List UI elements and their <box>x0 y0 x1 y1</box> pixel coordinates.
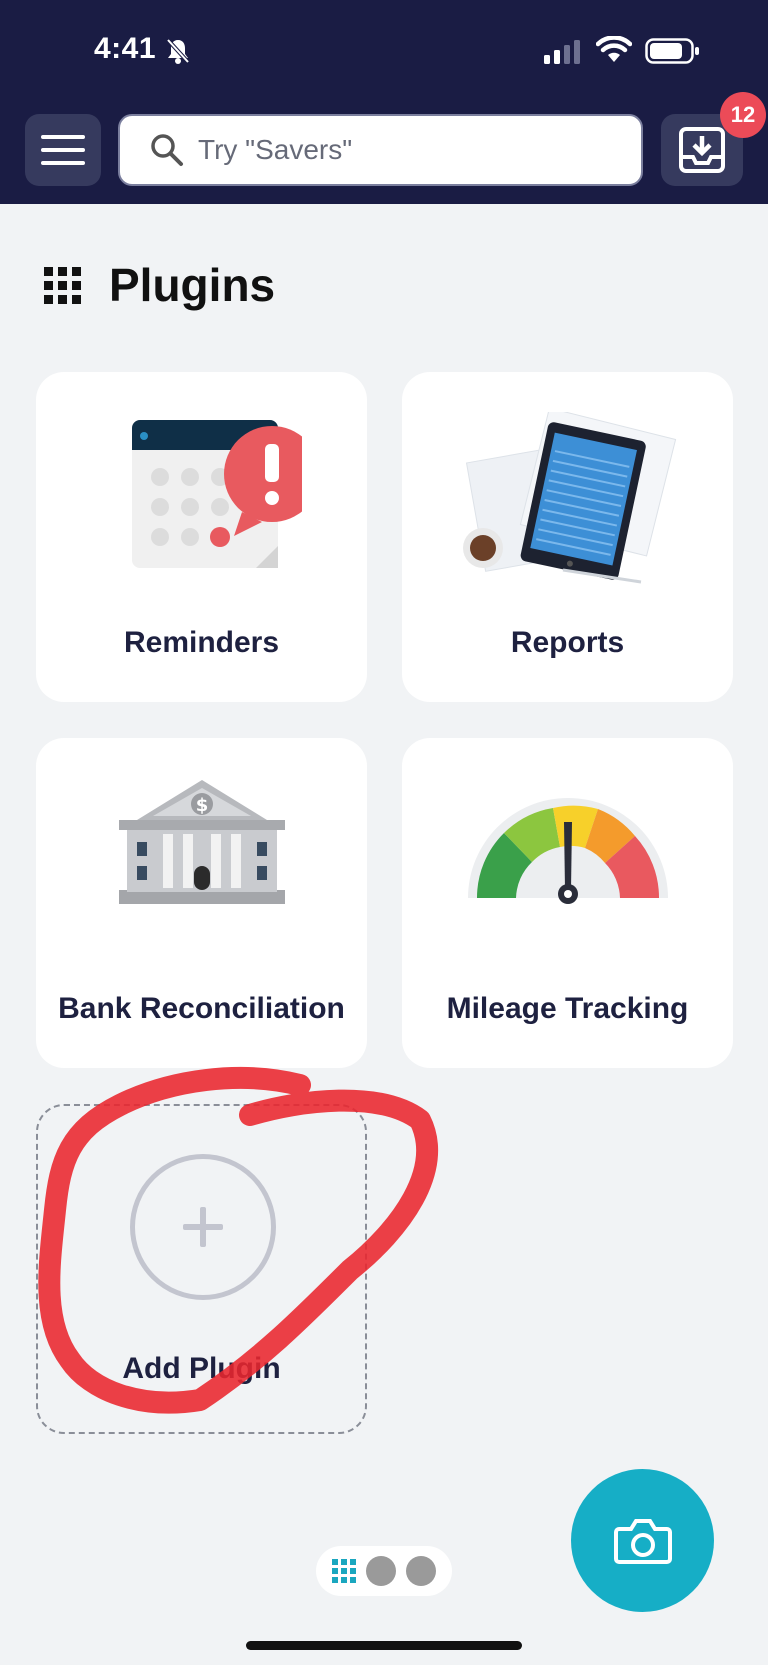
bank-building-icon: $ <box>118 780 285 904</box>
plugin-label: Reports <box>510 626 625 659</box>
plugin-card-bank-reconciliation[interactable]: $ Bank Reconciliation <box>36 738 367 1068</box>
page-indicator[interactable] <box>316 1546 452 1596</box>
search-input[interactable] <box>198 134 598 166</box>
plugin-label: Mileage Tracking <box>446 992 689 1025</box>
cellular-signal-icon <box>544 40 580 64</box>
plugin-label: Bank Reconciliation <box>58 992 345 1025</box>
pager-dot[interactable] <box>406 1556 436 1586</box>
inbox-download-icon <box>679 127 725 173</box>
plugin-card-reminders[interactable]: Reminders <box>36 372 367 702</box>
bell-off-icon <box>166 38 190 64</box>
camera-button[interactable] <box>571 1469 714 1612</box>
calendar-alert-icon <box>131 420 302 568</box>
add-plugin-card[interactable]: Add Plugin <box>36 1104 367 1434</box>
pager-grid-icon <box>332 1559 356 1583</box>
reports-tablet-icon <box>462 412 676 584</box>
plugin-card-reports[interactable]: Reports <box>402 372 733 702</box>
search-bar[interactable] <box>118 114 643 186</box>
menu-icon-line <box>41 148 85 152</box>
add-plugin-label: Add Plugin <box>122 1352 281 1385</box>
page-header: Plugins <box>44 258 275 312</box>
add-plus-icon <box>130 1154 276 1300</box>
plugin-card-mileage-tracking[interactable]: Mileage Tracking <box>402 738 733 1068</box>
menu-icon-line <box>41 135 85 139</box>
pager-dot[interactable] <box>366 1556 396 1586</box>
page-title: Plugins <box>109 259 276 311</box>
camera-icon <box>613 1518 672 1564</box>
menu-icon-line <box>41 161 85 165</box>
home-indicator <box>246 1641 522 1650</box>
search-icon <box>151 134 183 166</box>
svg-text:$: $ <box>195 795 208 816</box>
wifi-icon <box>596 36 632 62</box>
notification-badge: 12 <box>720 92 766 138</box>
speedometer-gauge-icon <box>467 798 668 904</box>
status-time: 4:41 <box>94 32 157 65</box>
battery-icon <box>645 38 699 64</box>
menu-button[interactable] <box>25 114 101 186</box>
plugin-label: Reminders <box>123 626 280 659</box>
top-bar: 4:41 <box>0 0 768 204</box>
grid-icon <box>44 266 81 304</box>
